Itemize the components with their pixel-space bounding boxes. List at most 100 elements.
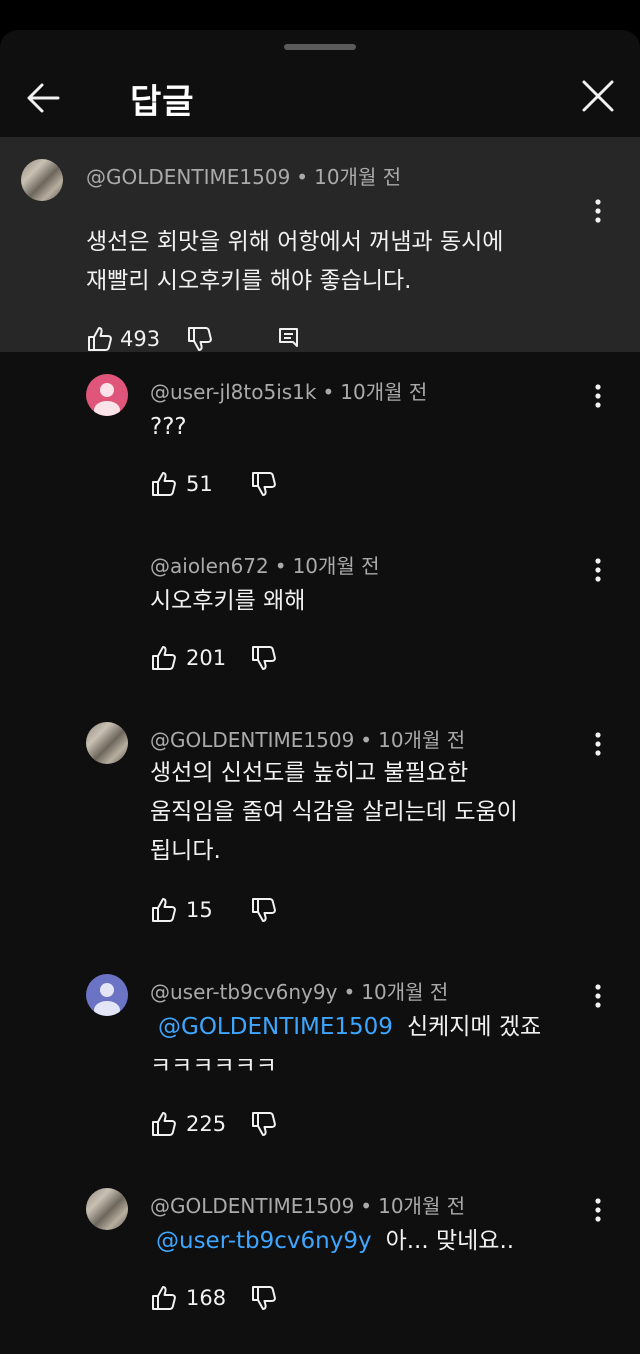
like-count: 225 bbox=[186, 1112, 227, 1136]
comment-meta: @GOLDENTIME1509 • 10개월 전 bbox=[150, 1194, 466, 1218]
comment-actions: 225 bbox=[150, 1110, 290, 1140]
thumbs-down-icon bbox=[252, 646, 276, 670]
dislike-button[interactable] bbox=[250, 644, 278, 672]
comment-line: 생선의 신선도를 높히고 불필요한 bbox=[150, 760, 469, 786]
comment-author[interactable]: @user-jl8to5is1k bbox=[150, 380, 316, 404]
comment-actions: 168 bbox=[150, 1284, 290, 1314]
comment-line: 됩니다. bbox=[150, 838, 221, 864]
comment-author[interactable]: @user-tb9cv6ny9y bbox=[150, 980, 337, 1004]
like-button[interactable] bbox=[150, 644, 178, 672]
like-button[interactable] bbox=[86, 325, 114, 353]
reply-icon bbox=[279, 328, 298, 347]
comment-line: ㅋㅋㅋㅋㅋㅋ bbox=[150, 1053, 277, 1079]
comment-line: @user-tb9cv6ny9y 아... 맞네요.. bbox=[150, 1222, 514, 1261]
comment-author[interactable]: @aiolen672 bbox=[150, 554, 269, 578]
comment-time: 10개월 전 bbox=[314, 165, 402, 189]
more-options-button[interactable] bbox=[586, 556, 610, 586]
comment-time: 10개월 전 bbox=[340, 380, 428, 404]
comment-line: 생선은 회맛을 위해 어항에서 꺼냄과 동시에 bbox=[86, 229, 504, 255]
dislike-button[interactable] bbox=[250, 1110, 278, 1138]
arrow-left-icon bbox=[27, 83, 60, 113]
like-button[interactable] bbox=[150, 1284, 178, 1312]
thumbs-up-icon bbox=[88, 327, 112, 351]
like-button[interactable] bbox=[150, 470, 178, 498]
thumbs-up-icon bbox=[152, 1112, 176, 1136]
comment-time: 10개월 전 bbox=[378, 1194, 466, 1218]
thumbs-down-icon bbox=[252, 1286, 276, 1310]
comment-time: 10개월 전 bbox=[361, 980, 449, 1004]
comment-line-text: 아... 맞네요.. bbox=[385, 1228, 515, 1254]
more-options-button[interactable] bbox=[586, 197, 610, 227]
close-button[interactable] bbox=[578, 76, 618, 116]
avatar[interactable] bbox=[86, 974, 128, 1016]
parent-comment: @GOLDENTIME1509 • 10개월 전 생선은 회맛을 위해 어항에서 꺼… bbox=[0, 137, 640, 352]
drag-handle[interactable] bbox=[284, 44, 356, 50]
more-vert-icon bbox=[595, 558, 601, 582]
comment-actions: 493 bbox=[86, 325, 346, 355]
comment-line: 시오후키를 왜해 bbox=[150, 588, 306, 614]
thumbs-up-icon bbox=[152, 472, 176, 496]
comment-time: 10개월 전 bbox=[378, 728, 466, 752]
comment-line: ??? bbox=[150, 414, 187, 440]
more-options-button[interactable] bbox=[586, 982, 610, 1012]
more-options-button[interactable] bbox=[586, 1196, 610, 1226]
like-count: 51 bbox=[186, 472, 213, 496]
comment-text: 시오후키를 왜해 bbox=[150, 582, 305, 621]
comment-line: 움직임을 줄여 식감을 살리는데 도움이 bbox=[150, 799, 518, 825]
comment-text: @GOLDENTIME1509 신케지메 겠죠 ㅋㅋㅋㅋㅋㅋ bbox=[150, 1008, 541, 1086]
reply-sheet: 답글 @GOLDENTIME1509 • 10개월 전 생선은 회맛을 위해 어항에… bbox=[0, 30, 640, 1354]
dislike-button[interactable] bbox=[250, 1284, 278, 1312]
comment-line: 재빨리 시오후키를 해야 좋습니다. bbox=[86, 268, 412, 294]
comment-text: 생선은 회맛을 위해 어항에서 꺼냄과 동시에 재빨리 시오후키를 해야 좋습니… bbox=[86, 223, 503, 301]
like-count: 493 bbox=[120, 327, 161, 351]
comment-author[interactable]: @GOLDENTIME1509 bbox=[86, 165, 290, 189]
like-count: 15 bbox=[186, 898, 213, 922]
comment-meta: @GOLDENTIME1509 • 10개월 전 bbox=[150, 728, 466, 752]
thumbs-down-icon bbox=[188, 327, 212, 351]
like-button[interactable] bbox=[150, 896, 178, 924]
like-button[interactable] bbox=[150, 1110, 178, 1138]
avatar[interactable] bbox=[86, 374, 128, 416]
comment-actions: 51 bbox=[150, 470, 290, 500]
thumbs-up-icon bbox=[152, 646, 176, 670]
dislike-button[interactable] bbox=[250, 896, 278, 924]
thumbs-down-icon bbox=[252, 472, 276, 496]
more-vert-icon bbox=[595, 984, 601, 1008]
comment-meta: @aiolen672 • 10개월 전 bbox=[150, 554, 380, 578]
avatar[interactable] bbox=[86, 1188, 128, 1230]
more-vert-icon bbox=[595, 199, 601, 223]
comment-text: 생선의 신선도를 높히고 불필요한 움직임을 줄여 식감을 살리는데 도움이 됩… bbox=[150, 754, 518, 871]
like-count: 201 bbox=[186, 646, 227, 670]
avatar[interactable] bbox=[86, 722, 128, 764]
avatar[interactable] bbox=[86, 548, 128, 590]
dislike-button[interactable] bbox=[186, 325, 214, 353]
close-icon bbox=[582, 80, 614, 112]
comment-meta: @user-jl8to5is1k • 10개월 전 bbox=[150, 380, 428, 404]
page-title: 답글 bbox=[130, 82, 195, 122]
person-icon bbox=[94, 383, 120, 416]
dislike-button[interactable] bbox=[250, 470, 278, 498]
thumbs-up-icon bbox=[152, 898, 176, 922]
comment-actions: 201 bbox=[150, 644, 290, 674]
avatar[interactable] bbox=[21, 159, 63, 201]
like-count: 168 bbox=[186, 1286, 227, 1310]
comment-time: 10개월 전 bbox=[292, 554, 380, 578]
comment-meta: @user-tb9cv6ny9y • 10개월 전 bbox=[150, 980, 449, 1004]
thumbs-down-icon bbox=[252, 898, 276, 922]
comment-actions: 15 bbox=[150, 896, 290, 926]
sheet-header: 답글 bbox=[0, 60, 640, 136]
comment-author[interactable]: @GOLDENTIME1509 bbox=[150, 728, 354, 752]
thumbs-down-icon bbox=[252, 1112, 276, 1136]
more-options-button[interactable] bbox=[586, 730, 610, 760]
more-vert-icon bbox=[595, 732, 601, 756]
back-button[interactable] bbox=[24, 78, 64, 118]
comment-text: @user-tb9cv6ny9y 아... 맞네요.. bbox=[150, 1222, 514, 1261]
mention-link[interactable]: @user-tb9cv6ny9y bbox=[156, 1228, 372, 1254]
comment-text: ??? bbox=[150, 408, 187, 447]
more-vert-icon bbox=[595, 384, 601, 408]
more-options-button[interactable] bbox=[586, 382, 610, 412]
comment-author[interactable]: @GOLDENTIME1509 bbox=[150, 1194, 354, 1218]
comment-meta: @GOLDENTIME1509 • 10개월 전 bbox=[86, 165, 402, 189]
mention-link[interactable]: @GOLDENTIME1509 bbox=[158, 1014, 393, 1040]
reply-button[interactable] bbox=[276, 325, 302, 353]
